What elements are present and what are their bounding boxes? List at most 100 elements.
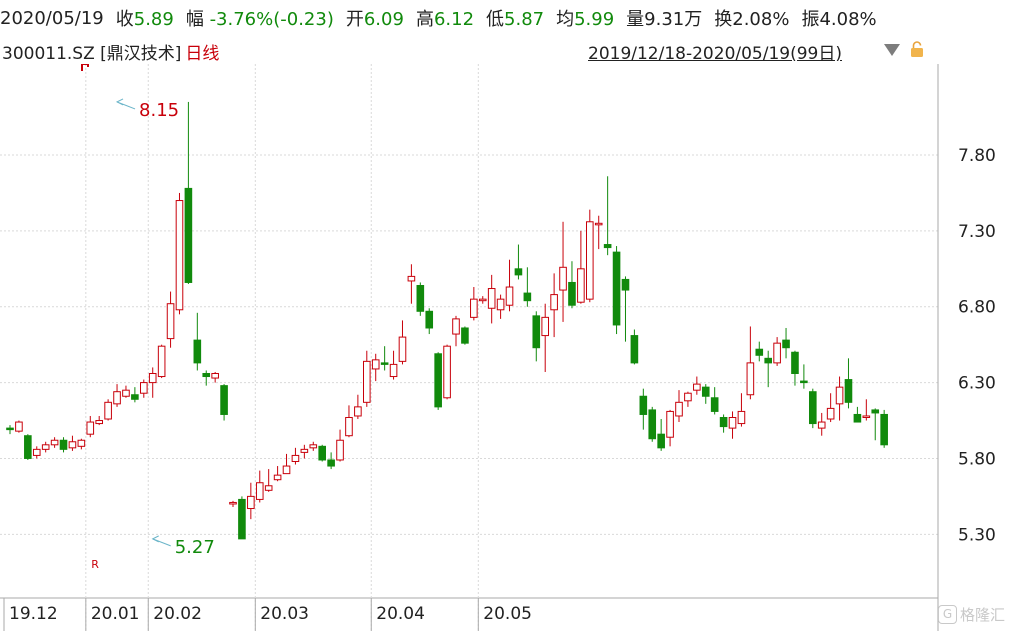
candle[interactable] bbox=[487, 274, 496, 324]
candle[interactable] bbox=[229, 500, 237, 508]
candle[interactable] bbox=[104, 399, 112, 421]
candle[interactable] bbox=[728, 411, 737, 439]
candle[interactable] bbox=[577, 230, 585, 304]
candle[interactable] bbox=[6, 425, 14, 435]
candle[interactable] bbox=[701, 384, 710, 404]
candle[interactable] bbox=[586, 209, 594, 303]
candle[interactable] bbox=[220, 384, 228, 421]
candle[interactable] bbox=[800, 364, 808, 389]
candle[interactable] bbox=[773, 337, 781, 366]
candle[interactable] bbox=[380, 346, 389, 371]
candle[interactable] bbox=[621, 276, 630, 342]
candle[interactable] bbox=[684, 391, 692, 407]
candle[interactable] bbox=[693, 376, 701, 395]
candle[interactable] bbox=[77, 438, 86, 450]
event-flag-icon[interactable] bbox=[81, 64, 89, 71]
candle[interactable] bbox=[514, 244, 523, 280]
candle[interactable] bbox=[68, 435, 77, 451]
candle[interactable] bbox=[603, 176, 612, 256]
candle[interactable] bbox=[113, 384, 121, 407]
candle[interactable] bbox=[470, 287, 478, 321]
candle[interactable] bbox=[148, 367, 157, 398]
candle[interactable] bbox=[657, 419, 665, 451]
candle[interactable] bbox=[309, 441, 318, 451]
candle[interactable] bbox=[407, 264, 416, 304]
candle[interactable] bbox=[15, 420, 23, 433]
candle[interactable] bbox=[211, 371, 219, 383]
candle[interactable] bbox=[568, 261, 576, 309]
candle[interactable] bbox=[32, 446, 41, 459]
candle[interactable] bbox=[675, 390, 683, 423]
range-dropdown-icon[interactable] bbox=[884, 44, 900, 56]
candle[interactable] bbox=[737, 393, 746, 427]
candle[interactable] bbox=[41, 441, 50, 453]
candle[interactable] bbox=[131, 387, 139, 403]
candle[interactable] bbox=[202, 370, 211, 386]
date-range-selector[interactable]: 2019/12/18-2020/05/19(99日) bbox=[588, 39, 842, 64]
candle[interactable] bbox=[550, 273, 558, 338]
candle[interactable] bbox=[532, 311, 541, 362]
candle[interactable] bbox=[523, 267, 532, 307]
candle[interactable] bbox=[844, 358, 853, 409]
candle[interactable] bbox=[416, 282, 425, 316]
candlestick-chart[interactable]: 7.80 7.30 6.80 6.30 5.80 5.30 19.12 20.01 20.02 2… bbox=[0, 64, 1027, 631]
candle[interactable] bbox=[666, 409, 674, 447]
candle[interactable] bbox=[755, 341, 764, 362]
candle[interactable] bbox=[425, 308, 434, 335]
candle[interactable] bbox=[434, 352, 442, 410]
candle[interactable] bbox=[193, 312, 202, 371]
candle[interactable] bbox=[247, 482, 255, 520]
candle[interactable] bbox=[86, 415, 95, 438]
candle[interactable] bbox=[817, 412, 826, 436]
candle[interactable] bbox=[95, 415, 104, 426]
candle[interactable] bbox=[630, 329, 639, 365]
candle[interactable] bbox=[791, 350, 799, 386]
candle[interactable] bbox=[496, 294, 505, 319]
candle[interactable] bbox=[746, 326, 755, 400]
candle[interactable] bbox=[327, 452, 335, 470]
candle[interactable] bbox=[594, 215, 603, 250]
candle[interactable] bbox=[782, 327, 790, 359]
candle[interactable] bbox=[184, 101, 193, 284]
candle[interactable] bbox=[809, 388, 817, 429]
candle[interactable] bbox=[541, 303, 550, 372]
candle[interactable] bbox=[166, 291, 175, 348]
candle[interactable] bbox=[719, 414, 728, 433]
candle[interactable] bbox=[639, 388, 648, 430]
candle[interactable] bbox=[764, 350, 773, 388]
candle[interactable] bbox=[336, 429, 344, 462]
candle[interactable] bbox=[300, 444, 309, 459]
candle[interactable] bbox=[505, 259, 514, 312]
candle[interactable] bbox=[710, 387, 719, 415]
candle[interactable] bbox=[175, 192, 184, 315]
candle[interactable] bbox=[264, 469, 273, 492]
candle[interactable] bbox=[255, 470, 264, 503]
candle[interactable] bbox=[835, 376, 844, 421]
candle[interactable] bbox=[157, 344, 166, 379]
candle[interactable] bbox=[140, 379, 148, 398]
candle[interactable] bbox=[443, 344, 451, 400]
candle[interactable] bbox=[612, 246, 621, 335]
candle[interactable] bbox=[880, 409, 888, 448]
candle[interactable] bbox=[363, 350, 371, 407]
candle[interactable] bbox=[478, 296, 487, 304]
candle[interactable] bbox=[24, 434, 32, 460]
candle[interactable] bbox=[59, 437, 68, 453]
candle[interactable] bbox=[354, 394, 362, 420]
candle[interactable] bbox=[389, 350, 398, 380]
candle[interactable] bbox=[461, 326, 469, 345]
candle[interactable] bbox=[648, 406, 657, 442]
candle[interactable] bbox=[398, 320, 407, 365]
candle[interactable] bbox=[50, 437, 59, 448]
candle[interactable] bbox=[122, 385, 130, 398]
candle[interactable] bbox=[853, 406, 862, 423]
candle[interactable] bbox=[371, 353, 380, 382]
candle[interactable] bbox=[826, 393, 835, 423]
candle[interactable] bbox=[862, 399, 871, 421]
candle[interactable] bbox=[345, 405, 353, 438]
candle[interactable] bbox=[282, 453, 291, 475]
candle[interactable] bbox=[273, 466, 282, 482]
candle[interactable] bbox=[871, 408, 880, 441]
candle[interactable] bbox=[238, 496, 246, 540]
candle[interactable] bbox=[318, 444, 326, 462]
